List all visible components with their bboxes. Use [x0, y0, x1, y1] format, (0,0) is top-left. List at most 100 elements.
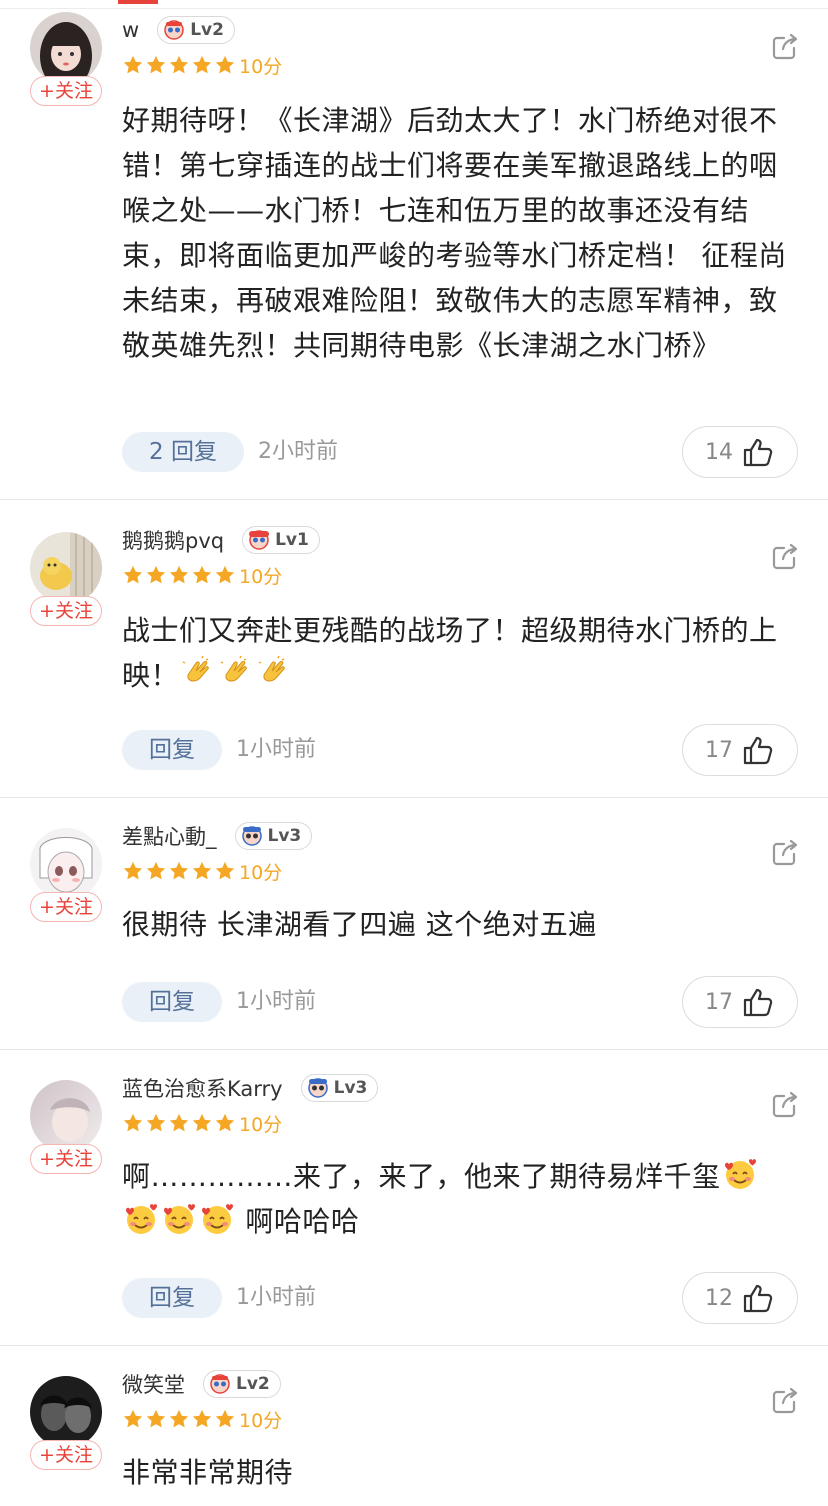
- like-button[interactable]: 17: [682, 976, 798, 1028]
- follow-button[interactable]: +关注: [30, 892, 102, 922]
- score-text: 10分: [239, 861, 283, 884]
- thumbs-up-icon: [743, 438, 773, 467]
- follow-button[interactable]: +关注: [30, 596, 102, 626]
- like-button[interactable]: 12: [682, 1272, 798, 1324]
- like-count: 14: [705, 439, 733, 465]
- like-button[interactable]: 17: [682, 724, 798, 776]
- username[interactable]: w: [122, 18, 139, 42]
- star-icon: [123, 55, 143, 74]
- user-row: 微笑堂 Lv2: [122, 1368, 281, 1400]
- level-text: Lv2: [236, 1374, 270, 1394]
- avatar-block: +关注: [30, 532, 102, 626]
- reply-button[interactable]: 回复: [122, 1278, 222, 1318]
- level-text: Lv2: [190, 20, 224, 40]
- username[interactable]: 蓝色治愈系Karry: [122, 1073, 283, 1103]
- share-icon[interactable]: [770, 542, 800, 572]
- rating-row: 10分: [122, 52, 282, 78]
- avatar[interactable]: [30, 828, 102, 900]
- like-count: 17: [705, 989, 733, 1015]
- share-icon[interactable]: [770, 1090, 800, 1120]
- avatar[interactable]: [30, 1080, 102, 1152]
- star-icon: [146, 55, 166, 74]
- user-row: w Lv2: [122, 14, 235, 46]
- tab-active-indicator: [118, 0, 158, 4]
- star-icon: [169, 1113, 189, 1132]
- share-icon[interactable]: [770, 838, 800, 868]
- comment-text-line2: 啊哈哈哈: [245, 1205, 360, 1238]
- follow-button[interactable]: +关注: [30, 1144, 102, 1174]
- star-icon: [215, 565, 235, 584]
- user-row: 差點心動_ Lv3: [122, 820, 313, 852]
- comment-text: 很期待 长津湖看了四遍 这个绝对五遍: [122, 908, 597, 941]
- star-icon: [215, 1409, 235, 1428]
- comment-item: +关注 蓝色治愈系Karry Lv3 10分 啊……………来了，来了，他来了期待…: [0, 1050, 828, 1346]
- star-icon: [146, 1113, 166, 1132]
- clap-emoji: [258, 655, 285, 682]
- reply-button[interactable]: 回复: [122, 730, 222, 770]
- star-icon: [169, 861, 189, 880]
- level-text: Lv3: [267, 826, 302, 846]
- rating-row: 10分: [122, 1110, 282, 1136]
- username[interactable]: 微笑堂: [122, 1369, 185, 1399]
- star-icon: [192, 565, 212, 584]
- level-badge: Lv2: [157, 16, 235, 44]
- star-icon: [169, 565, 189, 584]
- star-icon: [169, 55, 189, 74]
- comment-text: 非常非常期待: [122, 1456, 294, 1489]
- share-icon[interactable]: [770, 1386, 800, 1416]
- clap-emoji: [220, 655, 247, 682]
- thumbs-up-icon: [743, 988, 773, 1017]
- like-button[interactable]: 14: [682, 426, 798, 478]
- star-icon: [169, 1409, 189, 1428]
- level-badge: Lv1: [242, 526, 320, 554]
- comment-feed: +关注 w Lv2 10分 好期待呀！《长津湖》后劲太大了！水门桥绝对很不错！第…: [0, 10, 828, 1506]
- timestamp: 1小时前: [236, 737, 316, 762]
- comment-item: +关注 鹅鹅鹅pvq Lv1 10分 战士们又奔赴更残酷的战场了！超级期待水门桥…: [0, 500, 828, 798]
- reply-button[interactable]: 回复: [122, 982, 222, 1022]
- level-mascot-icon: [249, 530, 270, 550]
- star-icon: [123, 861, 143, 880]
- star-icon: [192, 1409, 212, 1428]
- smiling-face-with-hearts-emoji: [126, 1204, 157, 1234]
- avatar[interactable]: [30, 12, 102, 84]
- avatar-block: +关注: [30, 1080, 102, 1174]
- level-mascot-icon: [164, 20, 184, 40]
- level-badge: Lv2: [203, 1370, 281, 1398]
- avatar[interactable]: [30, 1376, 102, 1448]
- avatar-block: +关注: [30, 12, 102, 106]
- level-text: Lv3: [333, 1078, 368, 1098]
- timestamp: 1小时前: [236, 989, 316, 1014]
- star-icon: [123, 565, 143, 584]
- follow-button[interactable]: +关注: [30, 76, 102, 106]
- smiling-face-with-hearts-emoji: [202, 1204, 233, 1234]
- user-row: 鹅鹅鹅pvq Lv1: [122, 524, 320, 556]
- star-icon: [123, 1409, 143, 1428]
- like-count: 17: [705, 737, 733, 763]
- level-mascot-icon: [210, 1374, 230, 1394]
- star-icon: [146, 861, 166, 880]
- level-text: Lv1: [275, 530, 309, 550]
- comment-text-block: 战士们又奔赴更残酷的战场了！超级期待水门桥的上映！: [122, 608, 798, 698]
- timestamp: 1小时前: [236, 1285, 316, 1310]
- star-icon: [146, 1409, 166, 1428]
- level-mascot-icon: [307, 1078, 328, 1098]
- smiling-face-with-hearts-emoji: [164, 1204, 195, 1234]
- rating-row: 10分: [122, 562, 282, 588]
- thumbs-up-icon: [743, 736, 773, 765]
- reply-button[interactable]: 2 回复: [122, 432, 244, 472]
- divider: [0, 8, 828, 9]
- score-text: 10分: [239, 1409, 283, 1432]
- thumbs-up-icon: [743, 1284, 773, 1313]
- level-mascot-icon: [241, 826, 262, 846]
- follow-button[interactable]: +关注: [30, 1440, 102, 1470]
- star-icon: [192, 1113, 212, 1132]
- star-icon: [146, 565, 166, 584]
- smiling-face-with-hearts-emoji: [724, 1159, 756, 1189]
- username[interactable]: 鹅鹅鹅pvq: [122, 525, 224, 555]
- clap-emoji: [182, 655, 209, 682]
- user-row: 蓝色治愈系Karry Lv3: [122, 1072, 379, 1104]
- score-text: 10分: [239, 1113, 283, 1136]
- share-icon[interactable]: [770, 32, 800, 62]
- username[interactable]: 差點心動_: [122, 821, 217, 851]
- avatar[interactable]: [30, 532, 102, 604]
